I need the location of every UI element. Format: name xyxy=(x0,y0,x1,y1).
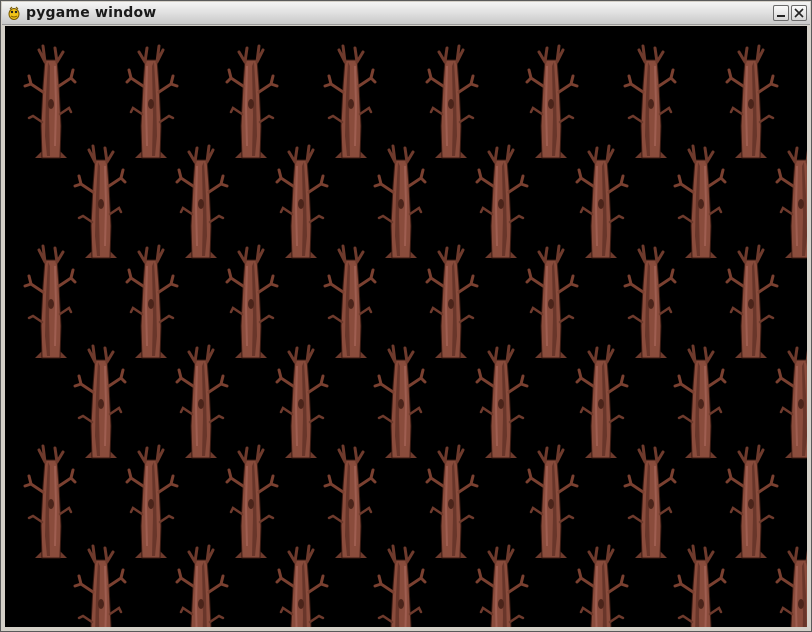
dead-tree-sprite xyxy=(575,144,629,260)
dead-tree-sprite xyxy=(373,144,427,260)
dead-tree-sprite xyxy=(73,544,127,627)
dead-tree-sprite xyxy=(73,144,127,260)
dead-tree-sprite xyxy=(575,544,629,627)
dead-tree-sprite xyxy=(175,144,229,260)
dead-tree-sprite xyxy=(225,44,279,160)
minimize-icon xyxy=(777,15,785,17)
dead-tree-sprite xyxy=(323,244,377,360)
dead-tree-sprite xyxy=(475,544,529,627)
dead-tree-sprite xyxy=(475,144,529,260)
forest-scene xyxy=(23,44,807,627)
dead-tree-sprite xyxy=(575,344,629,460)
dead-tree-sprite xyxy=(623,444,677,560)
dead-tree-sprite xyxy=(775,344,807,460)
game-canvas[interactable] xyxy=(5,26,807,627)
dead-tree-sprite xyxy=(73,344,127,460)
dead-tree-sprite xyxy=(125,444,179,560)
dead-tree-sprite xyxy=(525,244,579,360)
dead-tree-sprite xyxy=(673,344,727,460)
close-icon xyxy=(794,8,804,18)
dead-tree-sprite xyxy=(775,544,807,627)
dead-tree-sprite xyxy=(23,244,77,360)
dead-tree-sprite xyxy=(373,544,427,627)
dead-tree-sprite xyxy=(725,44,779,160)
pygame-snake-icon[interactable] xyxy=(6,5,22,21)
dead-tree-sprite xyxy=(275,344,329,460)
dead-tree-sprite xyxy=(725,244,779,360)
dead-tree-sprite xyxy=(125,44,179,160)
dead-tree-sprite xyxy=(23,444,77,560)
dead-tree-sprite xyxy=(623,44,677,160)
dead-tree-sprite xyxy=(775,144,807,260)
dead-tree-sprite xyxy=(23,44,77,160)
dead-tree-sprite xyxy=(225,244,279,360)
dead-tree-sprite xyxy=(275,144,329,260)
dead-tree-sprite xyxy=(425,244,479,360)
dead-tree-sprite xyxy=(673,144,727,260)
dead-tree-sprite xyxy=(725,444,779,560)
dead-tree-sprite xyxy=(175,344,229,460)
dead-tree-sprite xyxy=(525,444,579,560)
dead-tree-sprite xyxy=(623,244,677,360)
dead-tree-sprite xyxy=(125,244,179,360)
window-title: pygame window xyxy=(26,5,157,21)
dead-tree-sprite xyxy=(323,444,377,560)
pygame-window: pygame window xyxy=(0,0,812,632)
dead-tree-sprite xyxy=(475,344,529,460)
dead-tree-sprite xyxy=(225,444,279,560)
close-button[interactable] xyxy=(791,5,807,21)
dead-tree-sprite xyxy=(373,344,427,460)
minimize-button[interactable] xyxy=(773,5,789,21)
dead-tree-sprite xyxy=(425,44,479,160)
dead-tree-sprite xyxy=(525,44,579,160)
dead-tree-sprite xyxy=(175,544,229,627)
dead-tree-sprite xyxy=(275,544,329,627)
dead-tree-sprite xyxy=(425,444,479,560)
dead-tree-sprite xyxy=(323,44,377,160)
dead-tree-sprite xyxy=(673,544,727,627)
title-bar[interactable]: pygame window xyxy=(2,2,810,25)
